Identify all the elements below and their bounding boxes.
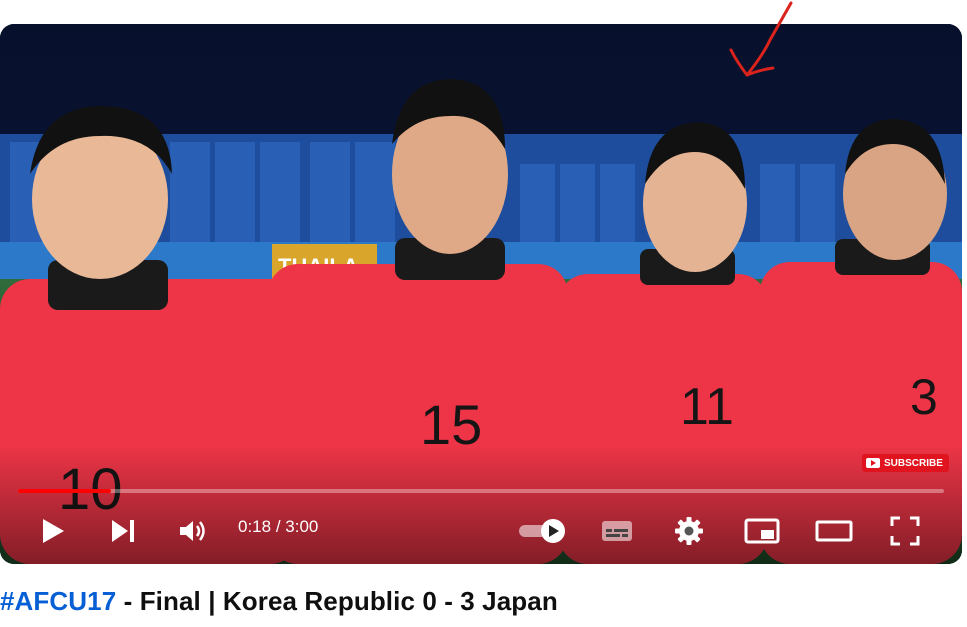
progress-played (18, 489, 111, 493)
autoplay-toggle-icon (519, 519, 565, 543)
volume-icon (180, 521, 205, 541)
jersey-number: 3 (910, 369, 938, 425)
miniplayer-button[interactable] (743, 514, 781, 548)
next-icon (112, 520, 134, 542)
next-button[interactable] (106, 514, 140, 548)
gear-icon (675, 517, 703, 545)
subscribe-watermark[interactable]: SUBSCRIBE (862, 454, 949, 472)
play-button[interactable] (36, 514, 70, 548)
fullscreen-icon (890, 516, 920, 546)
video-title-text: - Final | Korea Republic 0 - 3 Japan (116, 586, 558, 616)
video-title: #AFCU17 - Final | Korea Republic 0 - 3 J… (0, 586, 558, 617)
video-hashtag-link[interactable]: #AFCU17 (0, 586, 116, 616)
volume-button[interactable] (176, 514, 210, 548)
time-current: 0:18 (238, 517, 272, 536)
fullscreen-button[interactable] (888, 514, 922, 548)
red-arrow-annotation (729, 1, 793, 77)
miniplayer-icon (744, 518, 780, 544)
time-total: 3:00 (285, 517, 319, 536)
subscribe-label: SUBSCRIBE (884, 457, 943, 469)
jersey-number: 11 (680, 378, 734, 436)
captions-icon (602, 521, 632, 541)
progress-bar[interactable] (18, 489, 944, 493)
video-player[interactable]: THAILA 10 15 11 (0, 24, 962, 564)
time-display: 0:18 / 3:00 (238, 517, 318, 537)
theater-mode-button[interactable] (814, 514, 854, 548)
autoplay-toggle[interactable] (516, 514, 568, 548)
play-icon (43, 519, 64, 543)
theater-mode-icon (815, 520, 853, 542)
youtube-logo-icon (866, 458, 880, 468)
time-separator: / (271, 517, 286, 536)
captions-button[interactable] (598, 514, 636, 548)
settings-button[interactable] (672, 514, 706, 548)
